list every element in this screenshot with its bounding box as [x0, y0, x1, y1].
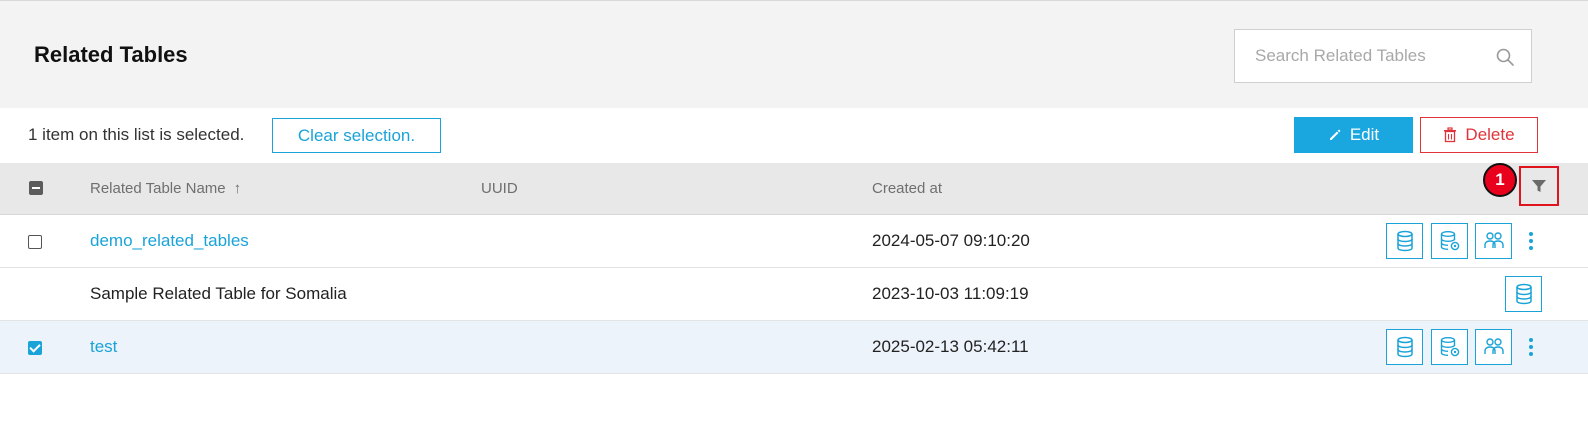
filter-count-badge: 1: [1483, 163, 1517, 197]
column-header-created-at[interactable]: Created at: [872, 180, 942, 197]
delete-label: Delete: [1465, 125, 1515, 144]
column-header-name[interactable]: Related Table Name ↑: [90, 180, 241, 197]
clear-selection-button[interactable]: Clear selection.: [272, 118, 441, 153]
row-name-link[interactable]: test: [90, 337, 117, 357]
sort-ascending-icon[interactable]: ↑: [234, 180, 242, 197]
filter-icon: [1532, 180, 1546, 192]
delete-button[interactable]: Delete: [1420, 117, 1538, 153]
row-name-link[interactable]: demo_related_tables: [90, 231, 249, 251]
users-group-action-button[interactable]: [1475, 329, 1512, 365]
selection-status: 1 item on this list is selected.: [28, 125, 245, 144]
table-row[interactable]: Sample Related Table for Somalia 2023-10…: [0, 268, 1588, 321]
users-group-icon: [1483, 232, 1504, 248]
database-settings-icon: [1440, 337, 1459, 357]
database-settings-action-button[interactable]: [1431, 329, 1468, 365]
column-header-uuid[interactable]: UUID: [481, 180, 518, 197]
row-created-at: 2024-05-07 09:10:20: [872, 231, 1030, 250]
users-group-icon: [1483, 338, 1504, 354]
page-header: Related Tables: [0, 0, 1588, 108]
database-action-button[interactable]: [1386, 223, 1423, 259]
column-header-name-label: Related Table Name: [90, 180, 226, 197]
trash-icon: [1444, 127, 1457, 143]
search-input[interactable]: [1235, 30, 1485, 82]
selection-bar: 1 item on this list is selected. Clear s…: [0, 108, 1588, 163]
search-box[interactable]: [1234, 29, 1532, 83]
row-checkbox[interactable]: [28, 235, 42, 249]
more-options-icon[interactable]: [1523, 335, 1539, 359]
edit-label: Edit: [1349, 125, 1380, 144]
edit-button[interactable]: Edit: [1294, 117, 1413, 153]
database-action-button[interactable]: [1386, 329, 1423, 365]
database-icon: [1396, 336, 1413, 358]
database-settings-icon: [1440, 231, 1459, 251]
table-row[interactable]: demo_related_tables 2024-05-07 09:10:20: [0, 215, 1588, 268]
database-icon: [1515, 283, 1532, 305]
pencil-icon: [1329, 129, 1341, 140]
database-icon: [1396, 230, 1413, 252]
more-options-icon[interactable]: [1523, 229, 1539, 253]
row-name: Sample Related Table for Somalia: [90, 284, 347, 303]
select-all-checkbox[interactable]: [29, 181, 43, 195]
filter-button[interactable]: [1519, 166, 1559, 206]
table-header: Related Table Name ↑ UUID Created at: [0, 163, 1588, 215]
search-icon[interactable]: [1495, 47, 1515, 67]
database-settings-action-button[interactable]: [1431, 223, 1468, 259]
page-title: Related Tables: [34, 42, 188, 67]
table-row[interactable]: test 2025-02-13 05:42:11: [0, 321, 1588, 374]
row-created-at: 2025-02-13 05:42:11: [872, 337, 1029, 356]
row-checkbox[interactable]: [28, 341, 42, 355]
database-action-button[interactable]: [1505, 276, 1542, 312]
row-created-at: 2023-10-03 11:09:19: [872, 284, 1029, 303]
users-group-action-button[interactable]: [1475, 223, 1512, 259]
